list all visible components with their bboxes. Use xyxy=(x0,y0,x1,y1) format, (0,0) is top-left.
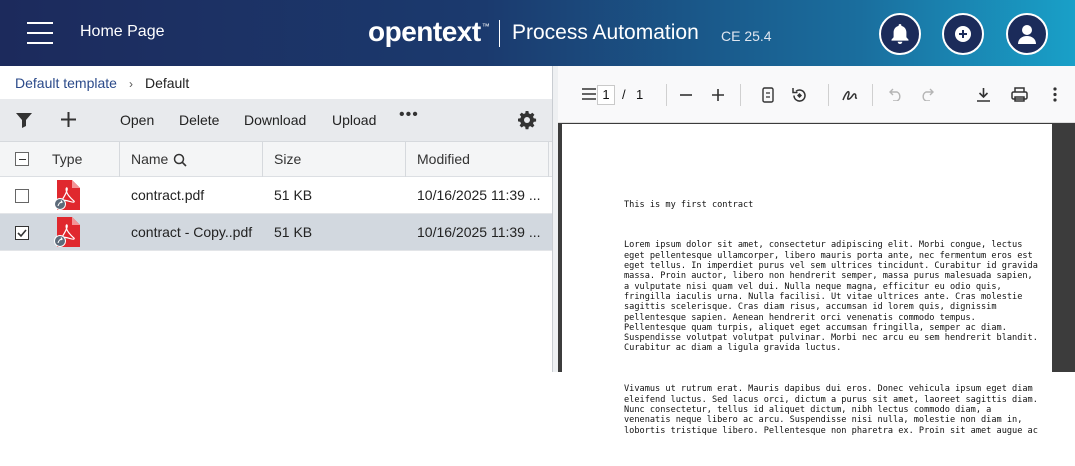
file-browser-pane: Default template › Default Open Delete Dow… xyxy=(0,66,552,372)
notifications-button[interactable] xyxy=(879,13,921,55)
file-name[interactable]: contract.pdf xyxy=(131,177,204,214)
upload-button[interactable]: Upload xyxy=(332,112,376,128)
page-title: Home Page xyxy=(80,23,165,40)
column-header-name[interactable]: Name xyxy=(120,142,263,177)
user-profile-button[interactable] xyxy=(1006,13,1048,55)
column-header-modified[interactable]: Modified xyxy=(406,142,549,177)
brand-divider xyxy=(499,20,500,47)
file-size: 51 KB xyxy=(274,187,313,203)
product-name: Process Automation xyxy=(512,21,699,44)
print-icon[interactable] xyxy=(1011,87,1028,102)
user-icon xyxy=(1018,25,1036,44)
zoom-in-icon[interactable] xyxy=(712,89,724,101)
select-all-checkbox[interactable] xyxy=(15,152,29,166)
toolbar-divider xyxy=(666,84,667,106)
settings-gear-icon[interactable] xyxy=(517,110,537,130)
document-heading: This is my first contract xyxy=(624,199,754,210)
pdf-page: This is my first contract Lorem ipsum do… xyxy=(562,124,1052,436)
breadcrumb-current: Default xyxy=(144,75,190,91)
document-paragraph: Lorem ipsum dolor sit amet, consectetur … xyxy=(624,240,1038,354)
row-checkbox[interactable] xyxy=(15,189,29,203)
plus-circle-icon xyxy=(955,26,971,42)
column-header-size[interactable]: Size xyxy=(263,142,406,177)
signature-icon[interactable] xyxy=(842,87,858,103)
sidebar-toggle-icon[interactable] xyxy=(582,88,596,100)
chevron-right-icon: › xyxy=(128,77,133,91)
file-modified: 10/16/2025 11:39 ... xyxy=(417,224,541,240)
brand-logo: opentext™ xyxy=(368,16,490,47)
file-size: 51 KB xyxy=(274,224,313,240)
column-header-type[interactable]: Type xyxy=(41,142,120,177)
undo-icon[interactable] xyxy=(889,88,903,101)
pdf-toolbar: 1 / 1 xyxy=(558,66,1075,123)
redo-icon[interactable] xyxy=(920,88,934,101)
open-button[interactable]: Open xyxy=(120,112,154,128)
more-actions-button[interactable]: ••• xyxy=(399,106,419,124)
page-total: 1 xyxy=(636,87,644,102)
table-header: Type Name Size Modified xyxy=(0,142,552,177)
create-button[interactable] xyxy=(942,13,984,55)
download-button[interactable]: Download xyxy=(244,112,306,128)
fit-page-icon[interactable] xyxy=(762,87,774,103)
delete-button[interactable]: Delete xyxy=(179,112,219,128)
product-version: CE 25.4 xyxy=(721,28,772,44)
rotate-icon[interactable] xyxy=(791,87,808,104)
more-vertical-icon[interactable] xyxy=(1053,87,1057,102)
page-separator: / xyxy=(622,87,626,102)
file-name[interactable]: contract - Copy..pdf xyxy=(131,214,252,251)
filter-icon[interactable] xyxy=(15,111,33,129)
toolbar-divider xyxy=(828,84,829,106)
row-checkbox-checked[interactable] xyxy=(15,226,29,240)
checkmark-icon xyxy=(17,229,27,238)
toolbar-divider xyxy=(872,84,873,106)
add-icon[interactable] xyxy=(59,110,78,129)
toolbar-divider xyxy=(740,84,741,106)
zoom-out-icon[interactable] xyxy=(680,94,692,96)
pdf-file-icon xyxy=(54,180,80,210)
menu-icon[interactable] xyxy=(27,22,53,44)
file-modified: 10/16/2025 11:39 ... xyxy=(417,187,541,203)
pdf-file-icon xyxy=(54,217,80,247)
bell-icon xyxy=(891,24,909,44)
file-toolbar: Open Delete Download Upload ••• xyxy=(0,99,552,142)
breadcrumb: Default template › Default xyxy=(15,75,189,91)
search-icon[interactable] xyxy=(173,153,187,167)
app-header: Home Page opentext™ Process Automation C… xyxy=(0,0,1075,66)
breadcrumb-parent-link[interactable]: Default template xyxy=(15,75,117,91)
table-row[interactable]: contract.pdf 51 KB 10/16/2025 11:39 ... xyxy=(0,177,552,214)
page-number-input[interactable]: 1 xyxy=(597,85,615,105)
download-icon[interactable] xyxy=(976,87,991,102)
table-row[interactable]: contract - Copy..pdf 51 KB 10/16/2025 11… xyxy=(0,214,552,251)
pdf-viewer: 1 / 1 This is my first contract Lorem ip… xyxy=(558,66,1075,436)
document-paragraph: Vivamus ut rutrum erat. Mauris dapibus d… xyxy=(624,384,1038,436)
